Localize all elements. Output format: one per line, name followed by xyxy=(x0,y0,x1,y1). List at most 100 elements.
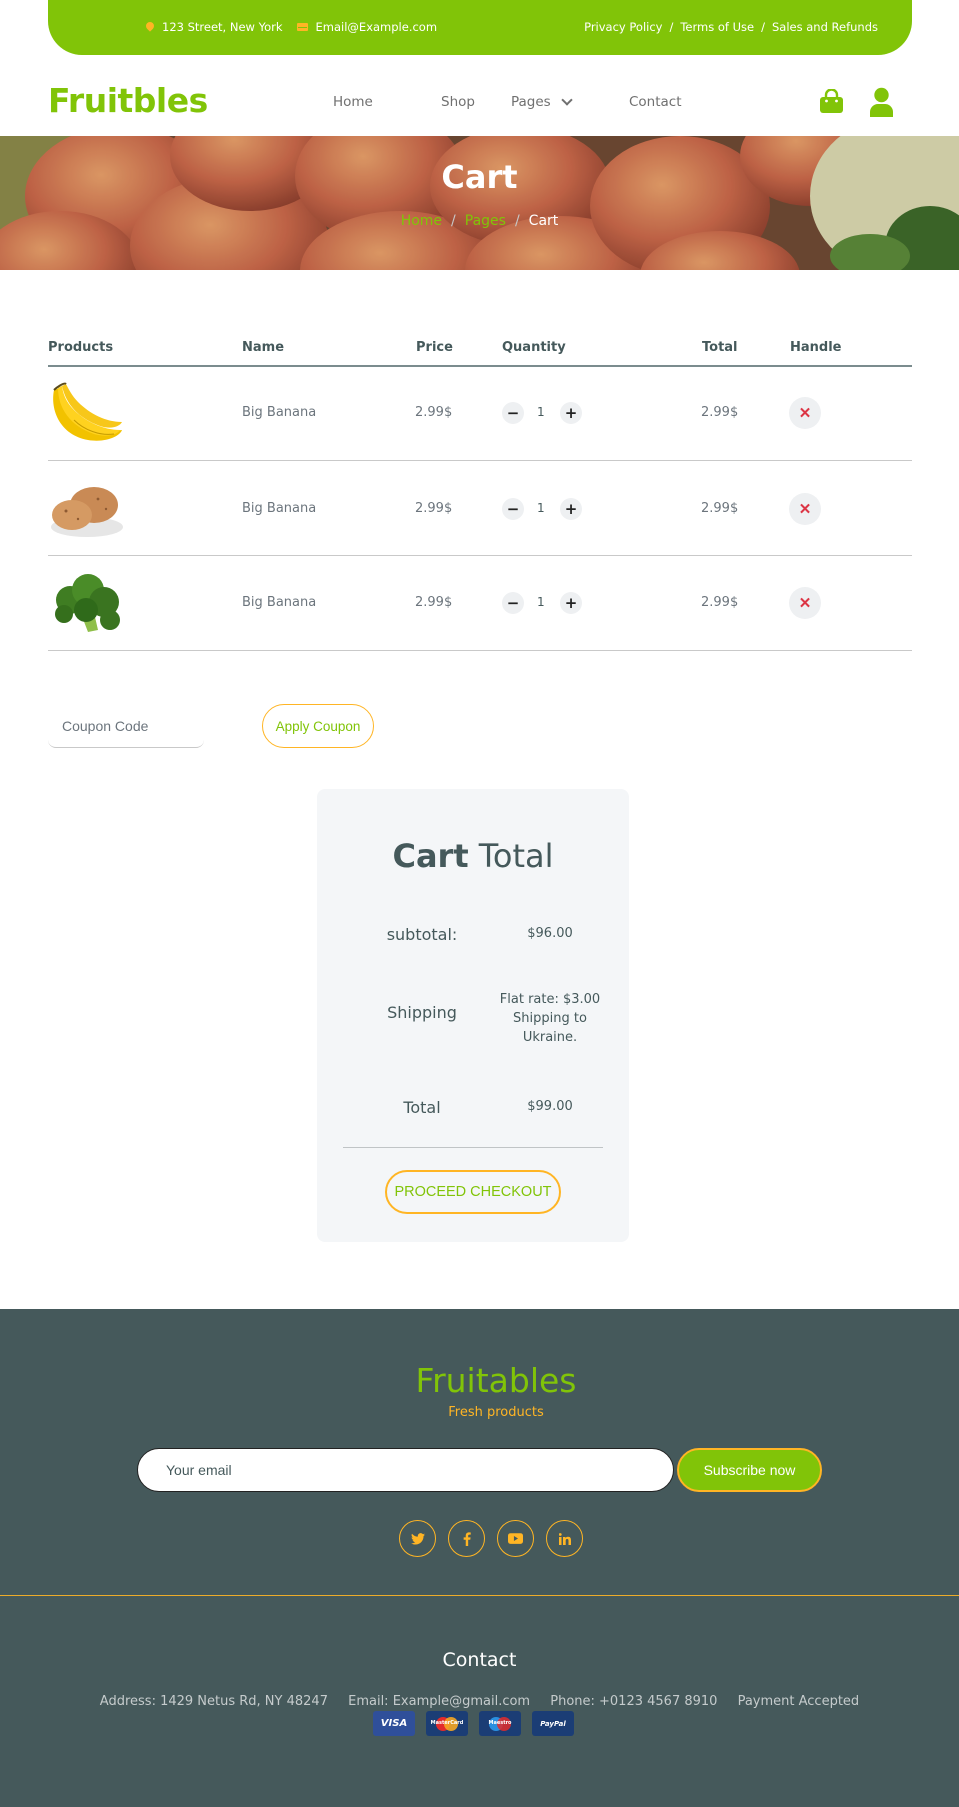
breadcrumb-separator: / xyxy=(451,213,456,229)
quantity-value[interactable]: 1 xyxy=(537,501,545,515)
quantity-plus-button[interactable]: + xyxy=(560,592,582,614)
paypal-card: PayPal xyxy=(532,1711,574,1736)
topbar-separator: / xyxy=(761,20,765,34)
col-price: Price xyxy=(416,340,453,355)
row-name: Big Banana xyxy=(242,405,317,420)
col-handle: Handle xyxy=(790,340,842,355)
maestro-card: Maestro xyxy=(479,1711,521,1736)
linkedin-icon xyxy=(558,1532,571,1545)
topbar-contact: 123 Street, New York Email@Example.com xyxy=(146,20,437,34)
facebook-link[interactable] xyxy=(448,1520,485,1557)
footer-address: Address: 1429 Netus Rd, NY 48247 xyxy=(99,1694,328,1709)
payment-methods: VISA MasterCard Maestro PayPal xyxy=(373,1711,574,1736)
youtube-icon xyxy=(508,1533,523,1544)
col-name: Name xyxy=(242,340,285,355)
row-name: Big Banana xyxy=(242,595,317,610)
cart-total-title-bold: Cart xyxy=(392,837,469,875)
total-value: $99.00 xyxy=(527,1099,573,1114)
social-links xyxy=(399,1520,583,1557)
quantity-value[interactable]: 1 xyxy=(537,405,545,419)
newsletter-email-input[interactable] xyxy=(137,1448,674,1492)
main-nav: Home Shop Pages Contact xyxy=(333,94,682,110)
remove-item-button[interactable]: ✕ xyxy=(789,587,821,619)
visa-card-label: VISA xyxy=(380,1718,408,1729)
col-products: Products xyxy=(48,340,114,355)
cart-total-title: Cart Total xyxy=(317,837,629,875)
breadcrumb-current: Cart xyxy=(528,213,559,229)
footer-payment-label: Payment Accepted xyxy=(737,1694,860,1709)
topbar-email[interactable]: Email@Example.com xyxy=(296,20,438,34)
terms-of-use-link[interactable]: Terms of Use xyxy=(680,20,754,34)
nav-contact-label: Contact xyxy=(629,94,682,110)
row-price: 2.99$ xyxy=(415,595,453,610)
linkedin-link[interactable] xyxy=(546,1520,583,1557)
page-header-banner: Cart Home / Pages / Cart xyxy=(0,136,959,270)
envelope-icon xyxy=(296,23,308,31)
maestro-label: Maestro xyxy=(488,1720,512,1726)
remove-item-button[interactable]: ✕ xyxy=(789,397,821,429)
map-pin-icon xyxy=(146,22,154,33)
breadcrumb-pages[interactable]: Pages xyxy=(465,213,506,229)
paypal-label: PayPal xyxy=(540,1719,566,1728)
banana-image xyxy=(53,382,122,441)
cart-table-header: Products Name Price Quantity Total Handl… xyxy=(48,340,912,367)
breadcrumb-home[interactable]: Home xyxy=(401,213,442,229)
totals-divider xyxy=(343,1147,603,1148)
twitter-icon xyxy=(410,1532,425,1545)
quantity-minus-button[interactable]: − xyxy=(502,498,524,520)
topbar-address-text: 123 Street, New York xyxy=(162,20,283,34)
footer-phone[interactable]: Phone: +0123 4567 8910 xyxy=(550,1694,717,1709)
footer-email[interactable]: Email: Example@gmail.com xyxy=(348,1694,530,1709)
table-row: Big Banana 2.99$ − 1 + 2.99$ ✕ xyxy=(48,367,912,461)
row-price: 2.99$ xyxy=(415,501,453,516)
facebook-icon xyxy=(463,1531,471,1546)
youtube-link[interactable] xyxy=(497,1520,534,1557)
quantity-minus-button[interactable]: − xyxy=(502,402,524,424)
breadcrumb-separator: / xyxy=(514,213,520,229)
shopping-bag-icon[interactable] xyxy=(819,89,844,114)
nav-contact[interactable]: Contact xyxy=(629,94,682,110)
row-total: 2.99$ xyxy=(701,405,739,420)
privacy-policy-link[interactable]: Privacy Policy xyxy=(584,20,662,34)
quantity-minus-button[interactable]: − xyxy=(502,592,524,614)
col-quantity: Quantity xyxy=(502,340,566,355)
subscribe-button[interactable]: Subscribe now xyxy=(677,1448,822,1492)
sales-refunds-link[interactable]: Sales and Refunds xyxy=(772,20,878,34)
nav-pages-label: Pages xyxy=(511,94,551,110)
twitter-link[interactable] xyxy=(399,1520,436,1557)
fruit-background-image xyxy=(0,136,959,270)
quantity-plus-button[interactable]: + xyxy=(560,498,582,520)
quantity-plus-button[interactable]: + xyxy=(560,402,582,424)
site-logo[interactable]: Fruitbles xyxy=(48,81,208,120)
row-name: Big Banana xyxy=(242,501,317,516)
cart-total-title-light: Total xyxy=(478,837,554,875)
proceed-checkout-button[interactable]: PROCEED CHECKOUT xyxy=(385,1170,561,1214)
page-title: Cart xyxy=(441,158,518,196)
row-total: 2.99$ xyxy=(701,595,739,610)
row-price: 2.99$ xyxy=(415,405,453,420)
visa-card: VISA xyxy=(373,1711,415,1736)
nav-pages-dropdown[interactable]: Pages xyxy=(511,94,629,110)
quantity-value[interactable]: 1 xyxy=(537,595,545,609)
nav-home[interactable]: Home xyxy=(333,94,441,110)
footer-brand: Fruitables xyxy=(415,1361,577,1400)
site-footer: Fruitables Fresh products Subscribe now xyxy=(0,1309,959,1807)
shipping-label: Shipping xyxy=(387,1003,457,1022)
nav-shop[interactable]: Shop xyxy=(441,94,511,110)
total-label: Total xyxy=(403,1098,441,1117)
cart-total-panel: Cart Total subtotal: $96.00 Shipping Fla… xyxy=(317,789,629,1242)
coupon-code-input[interactable] xyxy=(48,705,204,748)
shipping-country: Ukraine. xyxy=(522,1030,578,1045)
user-icon[interactable] xyxy=(869,87,894,117)
table-row: Big Banana 2.99$ − 1 + 2.99$ ✕ xyxy=(48,462,912,556)
footer-tagline: Fresh products xyxy=(448,1405,544,1420)
shipping-to: Shipping to xyxy=(513,1011,587,1026)
nav-home-label: Home xyxy=(333,94,373,110)
shipping-rate: Flat rate: $3.00 xyxy=(499,992,601,1007)
footer-contact-info: Address: 1429 Netus Rd, NY 48247 Email: … xyxy=(0,1694,959,1709)
remove-item-button[interactable]: ✕ xyxy=(789,493,821,525)
topbar-email-text[interactable]: Email@Example.com xyxy=(316,20,438,34)
apply-coupon-button[interactable]: Apply Coupon xyxy=(262,704,374,748)
mastercard-label: MasterCard xyxy=(430,1720,464,1726)
potato-image xyxy=(51,487,123,537)
